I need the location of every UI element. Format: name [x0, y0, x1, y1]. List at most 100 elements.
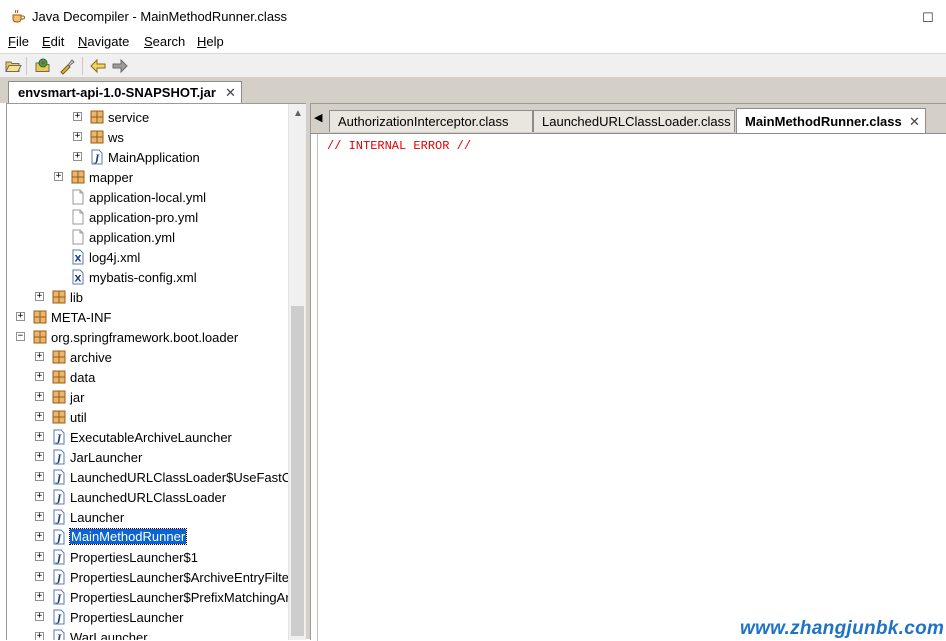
- collapse-icon[interactable]: −: [16, 332, 25, 341]
- watermark-text: www.zhangjunbk.com: [740, 618, 945, 639]
- expand-icon[interactable]: +: [73, 112, 82, 121]
- expand-icon[interactable]: +: [16, 312, 25, 321]
- tree-node-label[interactable]: mybatis-config.xml: [89, 270, 197, 285]
- tree-node[interactable]: + jar: [7, 387, 288, 407]
- tree-node[interactable]: + J PropertiesLauncher: [7, 607, 288, 627]
- tree-node[interactable]: application-pro.yml: [7, 207, 288, 227]
- scroll-up-icon[interactable]: ▲: [293, 108, 303, 119]
- tree-scrollbar[interactable]: ▲: [288, 104, 306, 640]
- open-folder-icon[interactable]: [4, 57, 22, 75]
- tree-node-label[interactable]: archive: [70, 350, 112, 365]
- tree-node[interactable]: − org.springframework.boot.loader: [7, 327, 288, 347]
- expand-icon[interactable]: +: [35, 492, 44, 501]
- tree-node-label[interactable]: MainMethodRunner: [68, 528, 188, 545]
- expand-icon[interactable]: +: [35, 372, 44, 381]
- expand-icon[interactable]: +: [35, 532, 44, 541]
- tree-node-label[interactable]: PropertiesLauncher$1: [70, 550, 198, 565]
- tree-node-label[interactable]: ws: [108, 130, 124, 145]
- tree-node[interactable]: + lib: [7, 287, 288, 307]
- tree-node-label[interactable]: PropertiesLauncher$PrefixMatchingAr: [70, 590, 288, 605]
- tree-node-label[interactable]: util: [70, 410, 87, 425]
- menu-help[interactable]: Help: [197, 34, 224, 49]
- expand-icon[interactable]: +: [35, 432, 44, 441]
- tree-node-label[interactable]: data: [70, 370, 95, 385]
- tree-node[interactable]: + J PropertiesLauncher$ArchiveEntryFilter: [7, 567, 288, 587]
- tree-node[interactable]: Xmybatis-config.xml: [7, 267, 288, 287]
- tree-node-label[interactable]: application-local.yml: [89, 190, 206, 205]
- menu-search[interactable]: Search: [144, 34, 185, 49]
- tree-node[interactable]: + archive: [7, 347, 288, 367]
- java-class-icon: J: [51, 589, 67, 605]
- tree-node[interactable]: Xlog4j.xml: [7, 247, 288, 267]
- tree-node[interactable]: + J PropertiesLauncher$1: [7, 547, 288, 567]
- close-icon[interactable]: ✕: [225, 85, 236, 101]
- tree-node[interactable]: + mapper: [7, 167, 288, 187]
- maximize-button[interactable]: ☐: [922, 10, 934, 26]
- tree-node[interactable]: + service: [7, 107, 288, 127]
- expand-icon[interactable]: +: [35, 512, 44, 521]
- tree-node[interactable]: + J MainMethodRunner: [7, 527, 288, 547]
- expand-icon[interactable]: +: [35, 412, 44, 421]
- tree-node[interactable]: + J MainApplication: [7, 147, 288, 167]
- search-flashlight-icon[interactable]: [58, 57, 76, 75]
- tree-node[interactable]: + META-INF: [7, 307, 288, 327]
- tree-node[interactable]: + J PropertiesLauncher$PrefixMatchingAr: [7, 587, 288, 607]
- tab-main-method-runner[interactable]: MainMethodRunner.class ✕: [736, 108, 926, 133]
- tree-node-label[interactable]: LaunchedURLClassLoader: [70, 490, 226, 505]
- tree-node-label[interactable]: Launcher: [70, 510, 124, 525]
- tree-node-label[interactable]: LaunchedURLClassLoader$UseFastCo: [70, 470, 288, 485]
- expand-icon[interactable]: +: [73, 152, 82, 161]
- tree-node-label[interactable]: org.springframework.boot.loader: [51, 330, 238, 345]
- tree-node[interactable]: application-local.yml: [7, 187, 288, 207]
- expand-icon[interactable]: +: [35, 572, 44, 581]
- menu-edit[interactable]: Edit: [42, 34, 64, 49]
- tree-node-label[interactable]: mapper: [89, 170, 133, 185]
- tree-node[interactable]: + J JarLauncher: [7, 447, 288, 467]
- java-class-icon: J: [51, 569, 67, 585]
- tree-node-label[interactable]: ExecutableArchiveLauncher: [70, 430, 232, 445]
- expand-icon[interactable]: +: [35, 472, 44, 481]
- menu-file[interactable]: File: [8, 34, 29, 49]
- tree-node[interactable]: + J Launcher: [7, 507, 288, 527]
- tree-node-label[interactable]: service: [108, 110, 149, 125]
- tree-node-label[interactable]: JarLauncher: [70, 450, 142, 465]
- tab-authorization-interceptor[interactable]: AuthorizationInterceptor.class: [329, 110, 533, 132]
- expand-icon[interactable]: +: [35, 452, 44, 461]
- expand-icon[interactable]: +: [54, 172, 63, 181]
- tree-node[interactable]: + util: [7, 407, 288, 427]
- tab-scroll-left-icon[interactable]: ◀: [314, 111, 322, 124]
- tree-node[interactable]: + ws: [7, 127, 288, 147]
- expand-icon[interactable]: +: [73, 132, 82, 141]
- expand-icon[interactable]: +: [35, 612, 44, 621]
- tree-node-label[interactable]: application.yml: [89, 230, 175, 245]
- expand-icon[interactable]: +: [35, 292, 44, 301]
- back-arrow-icon[interactable]: [89, 57, 107, 75]
- tree-node[interactable]: + J ExecutableArchiveLauncher: [7, 427, 288, 447]
- tree-node-label[interactable]: PropertiesLauncher$ArchiveEntryFilter: [70, 570, 288, 585]
- tree-node[interactable]: + J LaunchedURLClassLoader: [7, 487, 288, 507]
- file-tab-jar[interactable]: envsmart-api-1.0-SNAPSHOT.jar ✕: [8, 81, 242, 103]
- tree-node-label[interactable]: META-INF: [51, 310, 111, 325]
- tree-node-label[interactable]: MainApplication: [108, 150, 200, 165]
- tab-launched-url-class-loader[interactable]: LaunchedURLClassLoader.class: [533, 110, 735, 132]
- tree-node[interactable]: + data: [7, 367, 288, 387]
- tree-node[interactable]: + J LaunchedURLClassLoader$UseFastCo: [7, 467, 288, 487]
- expand-icon[interactable]: +: [35, 392, 44, 401]
- code-view[interactable]: // INTERNAL ERROR //: [311, 133, 946, 641]
- tree-node[interactable]: application.yml: [7, 227, 288, 247]
- forward-arrow-icon[interactable]: [111, 57, 129, 75]
- tree-node-label[interactable]: log4j.xml: [89, 250, 140, 265]
- scrollbar-thumb[interactable]: [291, 306, 304, 636]
- expand-icon[interactable]: +: [35, 352, 44, 361]
- tree-node[interactable]: + J WarLauncher: [7, 627, 288, 640]
- tree-node-label[interactable]: jar: [70, 390, 84, 405]
- open-type-icon[interactable]: [34, 57, 52, 75]
- tree-node-label[interactable]: PropertiesLauncher: [70, 610, 183, 625]
- close-tab-icon[interactable]: ✕: [909, 114, 920, 130]
- tree-node-label[interactable]: application-pro.yml: [89, 210, 198, 225]
- menu-navigate[interactable]: Navigate: [78, 34, 129, 49]
- expand-icon[interactable]: +: [35, 552, 44, 561]
- expand-icon[interactable]: +: [35, 592, 44, 601]
- xml-file-icon: X: [70, 269, 86, 285]
- tree-node-label[interactable]: lib: [70, 290, 83, 305]
